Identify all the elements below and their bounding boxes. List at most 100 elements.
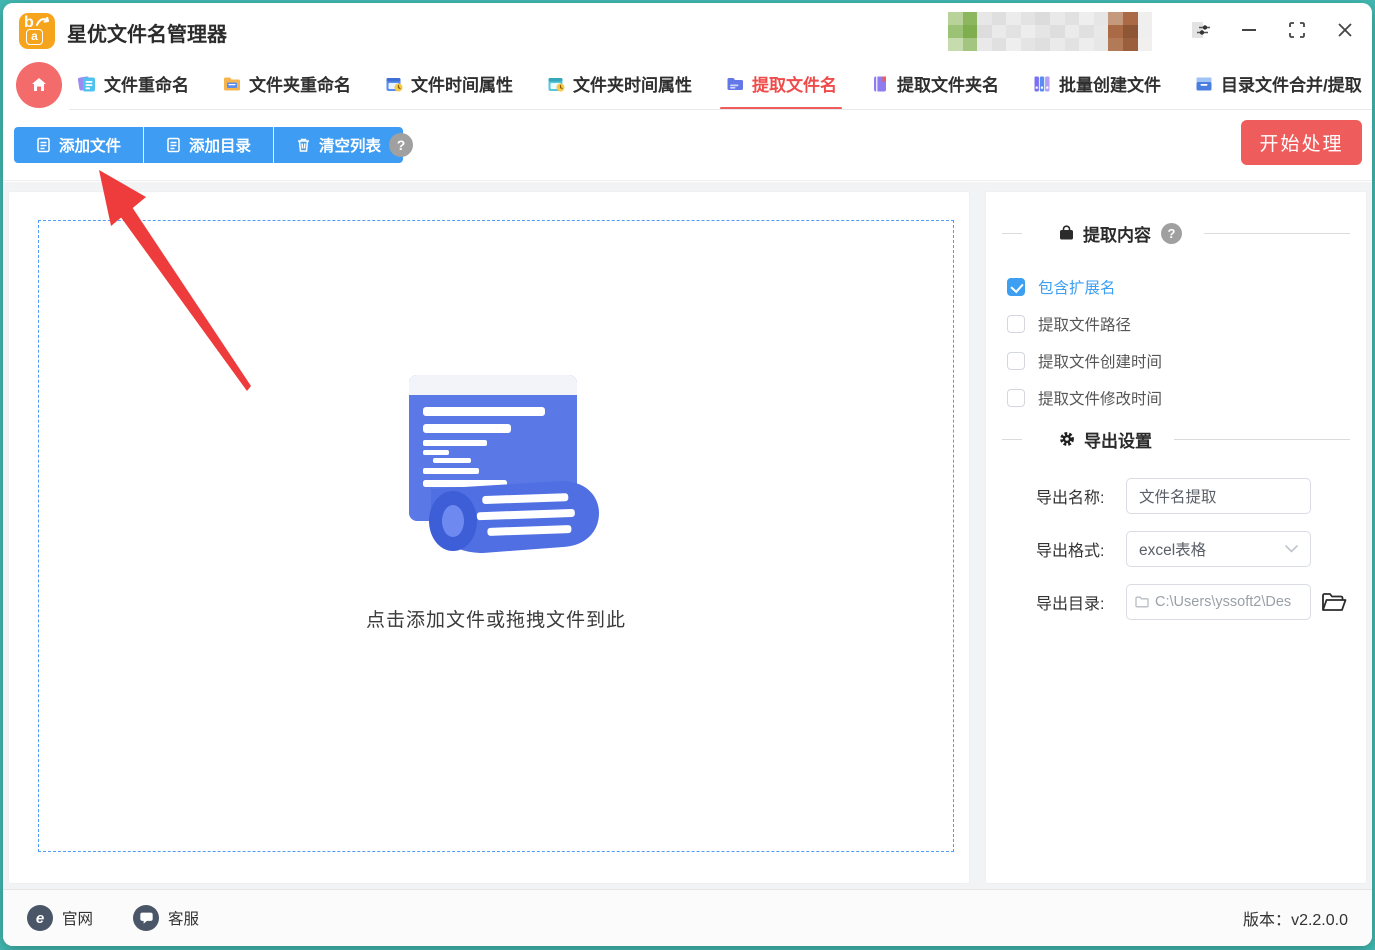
app-title: 星优文件名管理器 bbox=[67, 18, 227, 47]
tab-batch-create[interactable]: 批量创建文件 bbox=[1032, 57, 1161, 110]
file-time-icon bbox=[384, 74, 404, 94]
tab-bar: 文件重命名 文件夹重命名 bbox=[3, 57, 1372, 110]
checkbox bbox=[1007, 278, 1025, 296]
briefcase-icon bbox=[1058, 225, 1075, 241]
file-list-panel: 点击添加文件或拖拽文件到此 bbox=[8, 191, 970, 884]
files-rename-icon bbox=[77, 74, 97, 94]
checkbox bbox=[1007, 352, 1025, 370]
file-dropzone[interactable]: 点击添加文件或拖拽文件到此 bbox=[38, 220, 954, 852]
checkbox-label: 包含扩展名 bbox=[1038, 276, 1116, 298]
add-file-button[interactable]: 添加文件 bbox=[14, 127, 143, 163]
divider bbox=[1002, 439, 1022, 440]
tab-extract-foldername[interactable]: 提取文件夹名 bbox=[870, 57, 999, 110]
button-label: 清空列表 bbox=[319, 134, 381, 156]
home-button[interactable] bbox=[16, 62, 62, 108]
support-link[interactable]: 客服 bbox=[133, 905, 199, 931]
dropzone-hint: 点击添加文件或拖拽文件到此 bbox=[366, 605, 626, 632]
button-label: 添加文件 bbox=[59, 134, 121, 156]
checkbox-include-extension[interactable]: 包含扩展名 bbox=[986, 268, 1366, 305]
divider bbox=[1204, 233, 1350, 234]
footer: e 官网 客服 版本：v2.2.0.0 bbox=[3, 889, 1372, 946]
tab-extract-filename[interactable]: 提取文件名 bbox=[725, 57, 837, 110]
folder-rename-icon bbox=[222, 74, 242, 94]
gear-icon bbox=[1058, 430, 1076, 448]
export-name-label: 导出名称: bbox=[1036, 484, 1126, 508]
section-title: 提取内容 bbox=[1083, 221, 1151, 246]
link-label: 客服 bbox=[168, 907, 199, 929]
divider bbox=[1002, 233, 1022, 234]
tab-label: 提取文件夹名 bbox=[897, 71, 999, 96]
version-value: v2.2.0.0 bbox=[1291, 912, 1348, 929]
batch-create-icon bbox=[1032, 74, 1052, 94]
input-value: 文件名提取 bbox=[1139, 485, 1217, 507]
tab-label: 批量创建文件 bbox=[1059, 71, 1161, 96]
checkbox bbox=[1007, 315, 1025, 333]
logo-letter-a: a bbox=[26, 29, 43, 45]
tab-label: 提取文件名 bbox=[752, 71, 837, 96]
export-format-label: 导出格式: bbox=[1036, 537, 1126, 561]
checkbox bbox=[1007, 389, 1025, 407]
collapse-panel-icon[interactable] bbox=[1184, 13, 1218, 47]
tab-label: 文件时间属性 bbox=[411, 71, 513, 96]
window-controls bbox=[1184, 13, 1362, 47]
support-icon bbox=[133, 905, 159, 931]
add-folder-icon bbox=[166, 137, 181, 153]
extract-foldername-icon bbox=[870, 74, 890, 94]
tab-folder-time[interactable]: 文件夹时间属性 bbox=[546, 57, 692, 110]
folder-small-icon bbox=[1135, 596, 1149, 608]
tab-label: 文件重命名 bbox=[104, 71, 189, 96]
checkbox-extract-path[interactable]: 提取文件路径 bbox=[986, 305, 1366, 342]
add-directory-button[interactable]: 添加目录 bbox=[143, 127, 273, 163]
desktop-background: b a 星优文件名管理器 bbox=[0, 0, 1375, 950]
content-area: 点击添加文件或拖拽文件到此 提取内容 ? bbox=[3, 182, 1372, 889]
app-logo-icon: b a bbox=[19, 13, 55, 49]
extract-help-icon[interactable]: ? bbox=[1161, 223, 1182, 244]
select-value: excel表格 bbox=[1139, 538, 1206, 560]
tab-folder-rename[interactable]: 文件夹重命名 bbox=[222, 57, 351, 110]
add-file-icon bbox=[36, 137, 51, 153]
tab-file-rename[interactable]: 文件重命名 bbox=[77, 57, 189, 110]
chevron-down-icon bbox=[1285, 545, 1298, 553]
clear-list-icon bbox=[296, 137, 311, 153]
minimize-button[interactable] bbox=[1232, 13, 1266, 47]
tab-label: 文件夹重命名 bbox=[249, 71, 351, 96]
export-directory-input[interactable]: C:\Users\yssoft2\Des bbox=[1126, 584, 1311, 620]
folder-open-icon bbox=[1321, 592, 1347, 613]
section-title: 导出设置 bbox=[1084, 427, 1152, 452]
extract-content-section-header: 提取内容 ? bbox=[986, 220, 1366, 246]
button-label: 添加目录 bbox=[189, 134, 251, 156]
checkbox-label: 提取文件创建时间 bbox=[1038, 350, 1162, 372]
browse-folder-button[interactable] bbox=[1321, 592, 1347, 613]
website-icon: e bbox=[27, 905, 53, 931]
checkbox-label: 提取文件修改时间 bbox=[1038, 387, 1162, 409]
export-settings-section-header: 导出设置 bbox=[986, 426, 1366, 452]
maximize-button[interactable] bbox=[1280, 13, 1314, 47]
official-site-link[interactable]: e 官网 bbox=[27, 905, 93, 931]
home-icon bbox=[29, 75, 49, 95]
checkbox-extract-created-time[interactable]: 提取文件创建时间 bbox=[986, 342, 1366, 379]
extract-filename-icon bbox=[725, 74, 745, 94]
export-directory-label: 导出目录: bbox=[1036, 590, 1126, 614]
checkbox-extract-modified-time[interactable]: 提取文件修改时间 bbox=[986, 379, 1366, 416]
link-label: 官网 bbox=[62, 907, 93, 929]
tab-label: 文件夹时间属性 bbox=[573, 71, 692, 96]
close-button[interactable] bbox=[1328, 13, 1362, 47]
titlebar: b a 星优文件名管理器 bbox=[3, 3, 1372, 57]
toolbar-help-icon[interactable]: ? bbox=[389, 133, 413, 157]
toolbar-button-group: 添加文件 添加目录 清空列表 bbox=[14, 127, 403, 163]
clear-list-button[interactable]: 清空列表 bbox=[273, 127, 403, 163]
tabs: 文件重命名 文件夹重命名 bbox=[77, 57, 1362, 110]
checkbox-label: 提取文件路径 bbox=[1038, 313, 1131, 335]
tab-merge-extract[interactable]: 目录文件合并/提取 bbox=[1194, 57, 1362, 110]
censored-banner-mosaic bbox=[948, 12, 1152, 51]
export-format-select[interactable]: excel表格 bbox=[1126, 531, 1311, 567]
merge-extract-icon bbox=[1194, 74, 1214, 94]
tab-label: 目录文件合并/提取 bbox=[1221, 71, 1362, 96]
folder-time-icon bbox=[546, 74, 566, 94]
start-process-button[interactable]: 开始处理 bbox=[1241, 120, 1362, 165]
extract-options: 包含扩展名 提取文件路径 提取文件创建时间 提取文件修改时间 bbox=[986, 268, 1366, 416]
tab-file-time[interactable]: 文件时间属性 bbox=[384, 57, 513, 110]
export-directory-row: 导出目录: C:\Users\yssoft2\Des bbox=[986, 584, 1366, 620]
export-name-input[interactable]: 文件名提取 bbox=[1126, 478, 1311, 514]
export-name-row: 导出名称: 文件名提取 bbox=[986, 478, 1366, 514]
